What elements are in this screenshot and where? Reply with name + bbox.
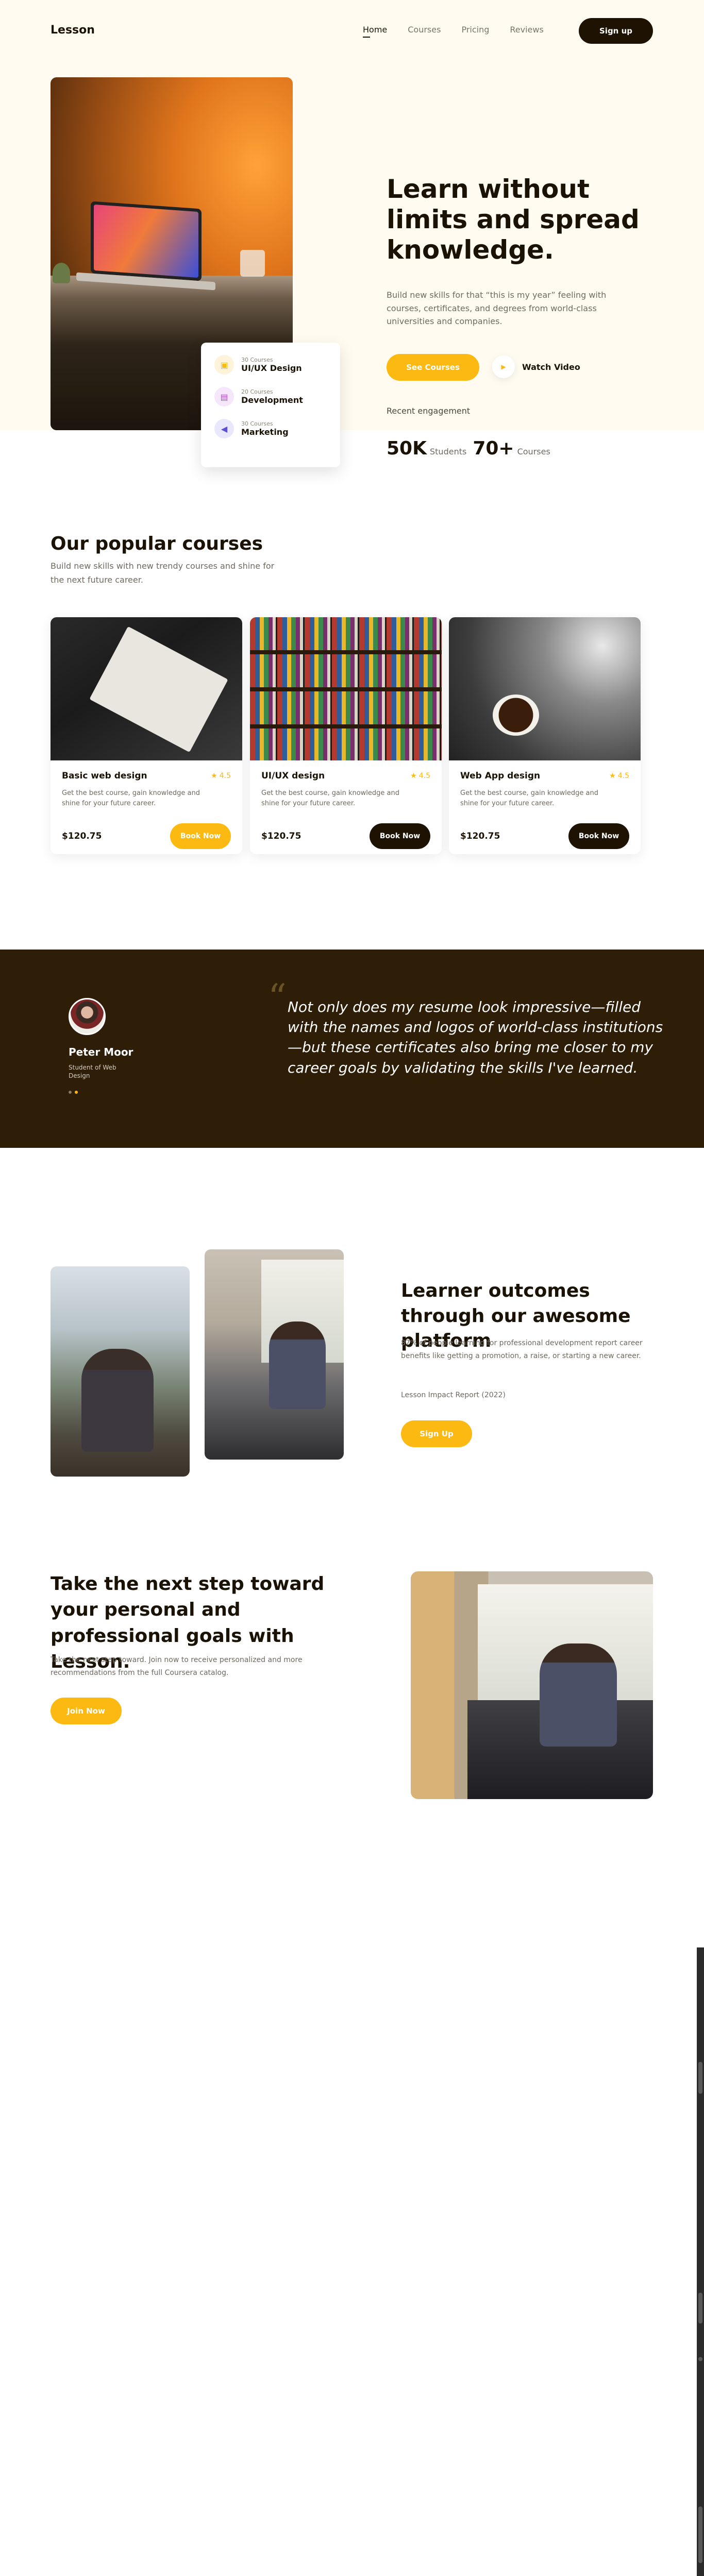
courses-title: Our popular courses (51, 533, 263, 554)
testimonial-role: Student of Web Design (69, 1064, 116, 1079)
book-now-button[interactable]: Book Now (170, 823, 231, 850)
course-price: $120.75 (460, 831, 500, 842)
stat-courses-label: Courses (517, 447, 550, 456)
category-count: 30 Courses (241, 420, 273, 427)
engagement-stats: 50K Students 70+ Courses (387, 438, 557, 459)
course-card[interactable]: UI/UX design ★ 4.5 Get the best course, … (250, 617, 442, 854)
scrollbar-thumb[interactable] (698, 2062, 702, 2094)
category-development[interactable]: ▤ 20 Courses Development (214, 387, 327, 406)
top-nav: Lesson Home Courses Pricing Reviews Sign… (0, 0, 704, 62)
rating-value: 4.5 (617, 772, 629, 780)
carousel-dot-active[interactable] (75, 1091, 78, 1094)
course-image (449, 617, 641, 760)
scrollbar-thumb[interactable] (698, 2506, 702, 2563)
course-name: Web App design (460, 771, 541, 781)
category-title: UI/UX Design (241, 363, 302, 373)
scrollbar-thumb[interactable] (698, 2357, 702, 2361)
watch-video-button[interactable]: ▶ Watch Video (492, 355, 580, 378)
megaphone-icon: ◀ (214, 419, 234, 438)
scrollbar-thumb[interactable] (698, 2293, 702, 2324)
logo[interactable]: Lesson (51, 24, 95, 37)
book-now-button[interactable]: Book Now (568, 823, 629, 850)
star-icon: ★ (609, 772, 616, 780)
outcomes-description: 87% of people learning for professional … (401, 1339, 643, 1360)
join-now-button[interactable]: Join Now (51, 1698, 122, 1724)
code-icon: ▤ (214, 387, 234, 406)
category-count: 20 Courses (241, 388, 273, 395)
category-count: 30 Courses (241, 356, 273, 363)
star-icon: ★ (211, 772, 217, 780)
nav-link-courses[interactable]: Courses (408, 25, 441, 35)
scrollbar[interactable] (697, 1947, 704, 2576)
course-price: $120.75 (62, 831, 102, 842)
courses-subtitle: Build new skills with new trendy courses… (51, 561, 275, 585)
person-shape (540, 1643, 617, 1747)
category-card: ▣ 30 Courses UI/UX Design ▤ 20 Courses D… (201, 343, 340, 467)
course-image (51, 617, 242, 760)
palette-icon: ▣ (214, 355, 234, 375)
carousel-dot[interactable] (69, 1091, 72, 1094)
rating-value: 4.5 (219, 772, 231, 780)
stat-students-value: 50K (387, 438, 427, 459)
rating-value: 4.5 (418, 772, 430, 780)
hero-subtitle: Build new skills for that “this is my ye… (387, 290, 607, 327)
testimonial-quote: Not only does my resume look impressive—… (288, 998, 663, 1076)
quote-icon: “ (268, 976, 287, 1019)
star-icon: ★ (410, 772, 417, 780)
course-name: Basic web design (62, 771, 147, 781)
laptop-screen-shape (91, 201, 202, 281)
course-description: Get the best course, gain knowledge and … (460, 789, 598, 808)
see-courses-button[interactable]: See Courses (387, 354, 479, 381)
nav-signup-button[interactable]: Sign up (579, 18, 653, 44)
course-description: Get the best course, gain knowledge and … (62, 789, 200, 808)
outcome-image-learner (51, 1266, 190, 1477)
course-name: UI/UX design (261, 771, 325, 781)
category-title: Marketing (241, 427, 289, 437)
course-rating: ★ 4.5 (609, 772, 629, 780)
next-step-image (411, 1571, 653, 1799)
nav-link-pricing[interactable]: Pricing (461, 25, 489, 35)
watch-video-label: Watch Video (522, 362, 580, 372)
testimonial-section: Peter Moor Student of Web Design “ Not o… (0, 950, 704, 1148)
outcomes-signup-button[interactable]: Sign Up (401, 1420, 472, 1447)
hero-section: ▣ 30 Courses UI/UX Design ▤ 20 Courses D… (0, 62, 704, 467)
course-rating: ★ 4.5 (211, 772, 231, 780)
testimonial-name: Peter Moor (69, 1046, 133, 1058)
stat-courses-value: 70+ (473, 438, 514, 459)
outcomes-source: Lesson Impact Report (2022) (401, 1391, 506, 1399)
nav-link-reviews[interactable]: Reviews (510, 25, 543, 35)
outcome-image-sofa (205, 1249, 344, 1460)
category-title: Development (241, 395, 303, 405)
course-image (250, 617, 442, 760)
mug-shape (240, 250, 265, 277)
play-icon: ▶ (492, 355, 515, 378)
course-description: Get the best course, gain knowledge and … (261, 789, 399, 808)
person-shape (81, 1349, 154, 1452)
category-marketing[interactable]: ◀ 30 Courses Marketing (214, 419, 327, 438)
course-price: $120.75 (261, 831, 301, 842)
person-shape (269, 1321, 326, 1409)
course-card[interactable]: Web App design ★ 4.5 Get the best course… (449, 617, 641, 854)
course-rating: ★ 4.5 (410, 772, 430, 780)
nav-link-home[interactable]: Home (363, 25, 387, 38)
course-card[interactable]: Basic web design ★ 4.5 Get the best cour… (51, 617, 242, 854)
plant-shape (53, 263, 70, 283)
hero-title: Learn without limits and spread knowledg… (387, 174, 640, 265)
stat-students-label: Students (430, 447, 467, 456)
next-step-description: Take the next step toward. Join now to r… (51, 1656, 303, 1677)
category-uiux[interactable]: ▣ 30 Courses UI/UX Design (214, 355, 327, 375)
book-now-button[interactable]: Book Now (370, 823, 430, 850)
avatar (69, 998, 106, 1035)
engagement-label: Recent engagement (387, 406, 471, 416)
nav-links: Home Courses Pricing Reviews (363, 25, 544, 38)
carousel-dots (69, 1091, 78, 1094)
